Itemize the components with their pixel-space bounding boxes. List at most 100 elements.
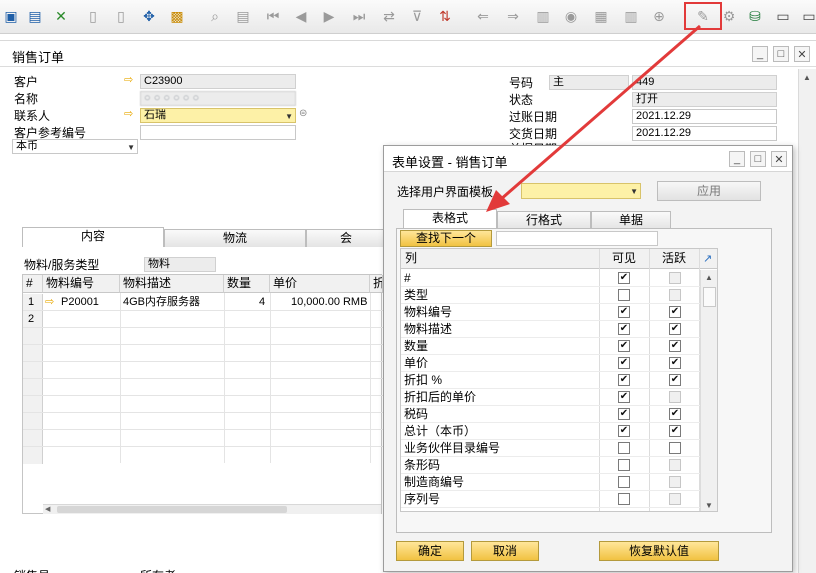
export-pdf-icon[interactable]: ▯ <box>112 7 130 25</box>
posting-date-field[interactable]: 2021.12.29 <box>632 109 777 124</box>
visible-checkbox[interactable] <box>618 459 630 471</box>
visible-checkbox[interactable]: ✔ <box>618 323 630 335</box>
scroll-up-icon[interactable]: ▲ <box>705 273 713 282</box>
currency-dropdown[interactable]: 本币 ▼ <box>12 139 138 154</box>
link-arrow-icon[interactable]: ⇨ <box>45 294 54 310</box>
gross-profit-icon[interactable]: ▦ <box>592 7 610 25</box>
dialog-maximize-button[interactable]: □ <box>750 151 766 167</box>
row-desc[interactable]: 4GB内存服务器 <box>123 294 200 310</box>
number-series-dropdown[interactable]: 主 <box>549 75 629 90</box>
dialog-minimize-button[interactable]: _ <box>729 151 745 167</box>
scroll-thumb[interactable] <box>703 287 716 307</box>
column-setting-row[interactable]: 条形码 <box>401 457 717 474</box>
base-document-icon[interactable]: ⇐ <box>474 7 492 25</box>
info-icon[interactable]: ⊜ <box>299 108 307 119</box>
row-qty[interactable]: 4 <box>259 294 265 310</box>
active-checkbox[interactable]: ✔ <box>669 323 681 335</box>
active-checkbox[interactable]: ✔ <box>669 340 681 352</box>
tab-accounting[interactable]: 会 <box>306 229 386 247</box>
print-icon[interactable]: ▤ <box>26 7 44 25</box>
grid-header-qty[interactable]: 数量 <box>224 275 270 293</box>
column-table-scrollbar[interactable]: ▲ ▼ <box>700 270 717 511</box>
link-arrow-icon[interactable]: ⇨ <box>124 107 133 120</box>
export-excel-icon[interactable]: ✕ <box>52 7 70 25</box>
column-header-active[interactable]: 活跃 <box>649 249 699 269</box>
grid-horizontal-scrollbar[interactable]: ◀ <box>43 504 381 514</box>
maximize-button[interactable]: □ <box>773 46 789 62</box>
filter-icon[interactable]: ⊽ <box>408 7 426 25</box>
apply-button[interactable]: 应用 <box>657 181 761 201</box>
find-next-button[interactable]: 查找下一个 <box>400 230 492 247</box>
cancel-button[interactable]: 取消 <box>471 541 539 561</box>
template-dropdown[interactable]: ▼ <box>521 183 641 199</box>
minimize-button[interactable]: _ <box>752 46 768 62</box>
scroll-up-icon[interactable]: ▲ <box>803 73 811 82</box>
grid-header-discount[interactable]: 折 <box>370 275 383 293</box>
tab-contents[interactable]: 内容 <box>22 227 164 247</box>
visible-checkbox[interactable]: ✔ <box>618 306 630 318</box>
visible-checkbox[interactable]: ✔ <box>618 272 630 284</box>
visible-checkbox[interactable] <box>618 476 630 488</box>
active-checkbox[interactable]: ✔ <box>669 408 681 420</box>
ok-button[interactable]: 确定 <box>396 541 464 561</box>
db-icon[interactable]: ⛁ <box>746 7 764 25</box>
column-setting-row[interactable]: 税码 ✔ ✔ <box>401 406 717 423</box>
first-record-icon[interactable]: ⏮ <box>264 7 282 25</box>
column-setting-row[interactable]: # ✔ <box>401 270 717 287</box>
grid-header-desc[interactable]: 物料描述 <box>120 275 224 293</box>
close-button[interactable]: ✕ <box>794 46 810 62</box>
active-checkbox[interactable] <box>669 442 681 454</box>
customer-ref-field[interactable] <box>140 125 296 140</box>
tab-table-format[interactable]: 表格式 <box>403 209 497 229</box>
visible-checkbox[interactable]: ✔ <box>618 391 630 403</box>
active-checkbox[interactable]: ✔ <box>669 357 681 369</box>
last-record-icon[interactable]: ⏭ <box>350 7 368 25</box>
column-setting-row[interactable]: 单价 ✔ ✔ <box>401 355 717 372</box>
visible-checkbox[interactable] <box>618 442 630 454</box>
contact-dropdown[interactable]: 石瑞 ▼ <box>140 108 296 123</box>
sort-icon[interactable]: ⇅ <box>436 7 454 25</box>
visible-checkbox[interactable]: ✔ <box>618 425 630 437</box>
window-scrollbar[interactable]: ▲ <box>798 69 816 573</box>
column-setting-row[interactable]: 总计（本币） ✔ ✔ <box>401 423 717 440</box>
customer-field[interactable]: C23900 <box>140 74 296 89</box>
delivery-date-field[interactable]: 2021.12.29 <box>632 126 777 141</box>
column-setting-row[interactable]: 业务伙伴目录编号 <box>401 440 717 457</box>
previous-record-icon[interactable]: ◀ <box>292 7 310 25</box>
scroll-thumb[interactable] <box>57 506 287 513</box>
message-icon[interactable]: ▭ <box>774 7 792 25</box>
column-setting-row[interactable]: 折扣后的单价 ✔ <box>401 389 717 406</box>
preview-icon[interactable]: ▣ <box>2 7 20 25</box>
expand-icon[interactable]: ↗ <box>703 253 712 265</box>
scroll-down-icon[interactable]: ▼ <box>705 501 713 510</box>
item-type-dropdown[interactable]: 物料 <box>144 257 216 272</box>
link-arrow-icon[interactable]: ⇨ <box>124 73 133 86</box>
column-header-name[interactable]: 列 <box>401 249 599 269</box>
visible-checkbox[interactable]: ✔ <box>618 357 630 369</box>
find-icon[interactable]: ⌕ <box>206 7 224 25</box>
name-field[interactable]: ○ ○ ○ ○ ○ ○ <box>140 91 296 106</box>
document-icon[interactable]: ▥ <box>534 7 552 25</box>
visible-checkbox[interactable] <box>618 493 630 505</box>
row-item-no[interactable]: P20001 <box>61 294 99 310</box>
export-word-icon[interactable]: ▯ <box>84 7 102 25</box>
find-input[interactable] <box>496 231 658 246</box>
navigate-icon[interactable]: ✥ <box>140 7 158 25</box>
grid-header-num[interactable]: # <box>23 275 43 293</box>
visible-checkbox[interactable]: ✔ <box>618 340 630 352</box>
active-checkbox[interactable]: ✔ <box>669 306 681 318</box>
next-record-icon[interactable]: ▶ <box>320 7 338 25</box>
tab-logistics[interactable]: 物流 <box>164 229 306 247</box>
column-setting-row[interactable]: 折扣 % ✔ ✔ <box>401 372 717 389</box>
visible-checkbox[interactable] <box>618 289 630 301</box>
grid-header-item-no[interactable]: 物料编号 <box>43 275 120 293</box>
gear-icon[interactable]: ⚙ <box>720 7 738 25</box>
restore-defaults-button[interactable]: 恢复默认值 <box>599 541 719 561</box>
number-field[interactable]: 449 <box>632 75 777 90</box>
active-checkbox[interactable]: ✔ <box>669 374 681 386</box>
refresh-icon[interactable]: ⇄ <box>380 7 398 25</box>
lock-icon[interactable]: ▩ <box>168 7 186 25</box>
payment-icon[interactable]: ◉ <box>562 7 580 25</box>
journal-icon[interactable]: ▥ <box>622 7 640 25</box>
column-setting-row[interactable]: 类型 <box>401 287 717 304</box>
